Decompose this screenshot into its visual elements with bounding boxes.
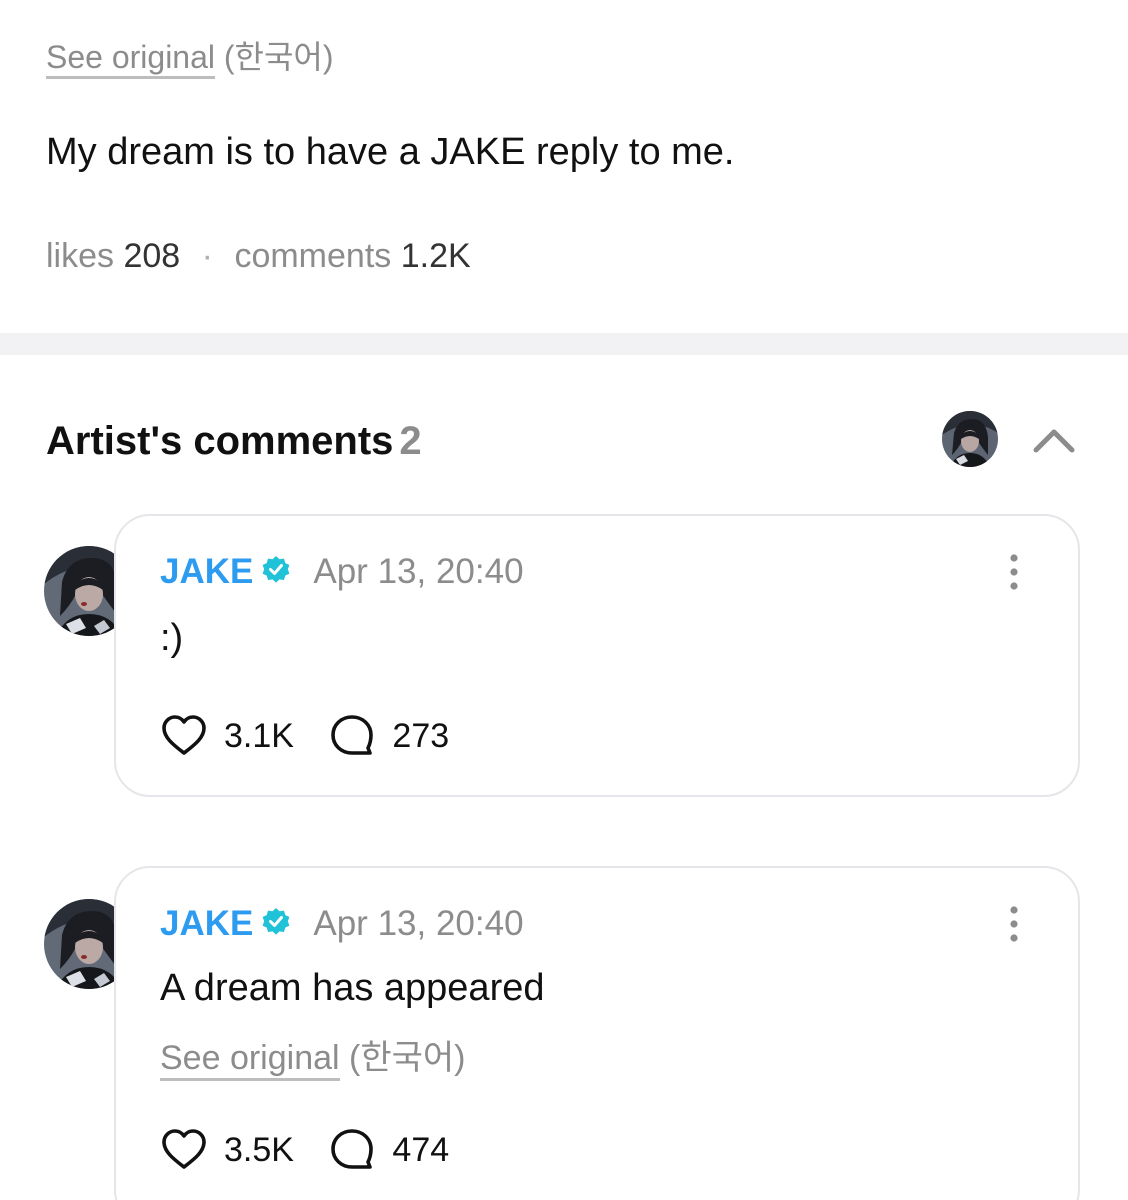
more-options-button[interactable] <box>1002 904 1026 944</box>
original-language-note: (한국어) <box>349 1039 466 1077</box>
comment-text: A dream has appeared <box>160 967 545 1009</box>
see-original-link[interactable]: See original <box>46 39 215 79</box>
like-count: 3.5K <box>224 1131 294 1169</box>
comment-header: JAKE Apr 13, 20:40 <box>160 902 524 946</box>
artist-comments-header: Artist's comments 2 <box>46 411 1086 474</box>
section-divider <box>0 333 1128 355</box>
post-body: See original (한국어) My dream is to have a… <box>0 0 1128 333</box>
author-name[interactable]: JAKE <box>160 904 253 943</box>
like-button[interactable]: 3.5K <box>160 1126 294 1174</box>
heart-icon <box>162 1129 206 1169</box>
post-text: My dream is to have a JAKE reply to me. <box>46 131 735 173</box>
comment-text: :) <box>160 617 184 659</box>
comment-timestamp: Apr 13, 20:40 <box>313 904 524 943</box>
comment-actions: 3.1K 273 <box>160 712 479 760</box>
translation-row: See original (한국어) <box>46 36 334 79</box>
artist-comments-count: 2 <box>399 419 422 463</box>
more-vertical-icon <box>1010 554 1018 590</box>
post-stats: likes 208 · comments 1.2K <box>46 234 471 278</box>
see-original-link[interactable]: See original <box>160 1039 340 1081</box>
verified-badge-icon <box>262 908 290 935</box>
reply-count: 474 <box>392 1131 450 1169</box>
heart-icon <box>162 715 206 755</box>
artist-avatar-small[interactable] <box>942 411 998 467</box>
verified-badge-icon <box>262 556 290 583</box>
like-count: 3.1K <box>224 717 294 755</box>
comment-header: JAKE Apr 13, 20:40 <box>160 550 524 594</box>
comment-bubble-icon <box>331 715 374 755</box>
comment-timestamp: Apr 13, 20:40 <box>313 552 524 591</box>
reply-button[interactable]: 474 <box>328 1126 449 1174</box>
artist-comments-title-text: Artist's comments <box>46 419 394 463</box>
reply-button[interactable]: 273 <box>328 712 449 760</box>
comment-card: JAKE Apr 13, 20:40 :) 3.1K 273 <box>114 514 1080 797</box>
reply-count: 273 <box>392 717 450 755</box>
comment-card: JAKE Apr 13, 20:40 A dream has appeared … <box>114 866 1080 1200</box>
comment-actions: 3.5K 474 <box>160 1126 479 1174</box>
collapse-button[interactable] <box>1030 420 1078 460</box>
artist-comments-title: Artist's comments 2 <box>46 416 422 466</box>
likes-label: likes <box>46 237 115 275</box>
post-detail-screen: See original (한국어) My dream is to have a… <box>0 0 1128 1200</box>
like-button[interactable]: 3.1K <box>160 712 294 760</box>
avatar-image <box>942 411 998 467</box>
translation-row: See original (한국어) <box>160 1036 466 1081</box>
more-options-button[interactable] <box>1002 552 1026 592</box>
comments-count[interactable]: 1.2K <box>401 237 471 275</box>
more-vertical-icon <box>1010 906 1018 942</box>
author-name[interactable]: JAKE <box>160 552 253 591</box>
chevron-up-icon <box>1033 429 1075 453</box>
original-language-note: (한국어) <box>223 39 334 75</box>
comment-bubble-icon <box>331 1129 374 1169</box>
comments-label: comments <box>234 237 392 275</box>
likes-count[interactable]: 208 <box>123 237 180 275</box>
stats-separator: · <box>201 237 213 275</box>
